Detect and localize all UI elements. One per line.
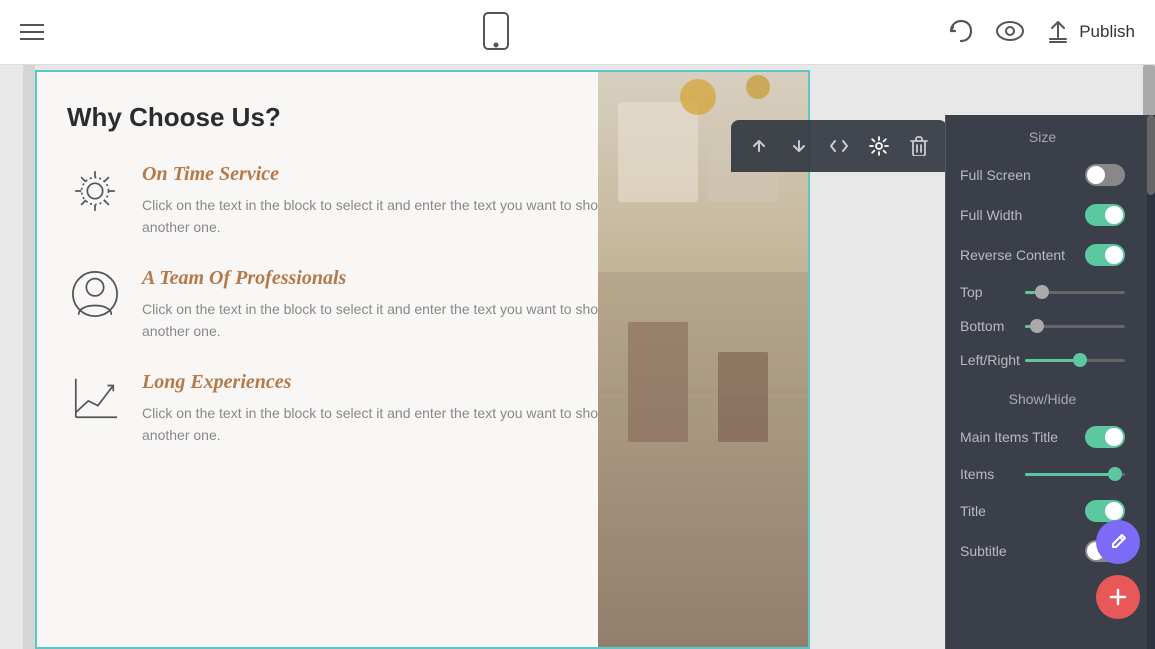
- items-label: Items: [960, 466, 994, 482]
- settings-panel: Size Full Screen Full Width Reverse C: [945, 115, 1155, 649]
- left-right-row: Left/Right: [946, 343, 1139, 377]
- settings-scrollbar[interactable]: [1147, 115, 1155, 649]
- hamburger-menu-icon[interactable]: [20, 24, 44, 40]
- full-width-row: Full Width: [946, 195, 1139, 235]
- top-bar-center: [482, 11, 510, 54]
- settings-button[interactable]: [861, 128, 897, 164]
- bottom-slider[interactable]: [1025, 325, 1125, 328]
- subtitle-label: Subtitle: [960, 543, 1007, 559]
- block-toolbar: [731, 120, 947, 172]
- top-bar-right: Publish: [947, 17, 1135, 48]
- size-section-title: Size: [946, 115, 1139, 155]
- title-toggle[interactable]: [1085, 500, 1125, 522]
- move-up-button[interactable]: [741, 128, 777, 164]
- title-label: Title: [960, 503, 986, 519]
- settings-scrollbar-thumb[interactable]: [1147, 115, 1155, 195]
- items-row: Items: [946, 457, 1139, 491]
- show-hide-section-title: Show/Hide: [946, 377, 1139, 417]
- full-screen-toggle[interactable]: [1085, 164, 1125, 186]
- left-right-slider[interactable]: [1025, 359, 1125, 362]
- top-row: Top: [946, 275, 1139, 309]
- items-slider[interactable]: [1025, 473, 1125, 476]
- person-icon: [67, 267, 122, 322]
- code-button[interactable]: [821, 128, 857, 164]
- content-block: Why Choose Us? On Time Service Click on …: [35, 70, 810, 649]
- bottom-row: Bottom: [946, 309, 1139, 343]
- publish-button[interactable]: Publish: [1045, 19, 1135, 45]
- top-bar-left: [20, 24, 44, 40]
- phone-preview-button[interactable]: [482, 11, 510, 54]
- reverse-content-label: Reverse Content: [960, 247, 1065, 263]
- full-width-toggle[interactable]: [1085, 204, 1125, 226]
- undo-button[interactable]: [947, 17, 975, 48]
- publish-label: Publish: [1079, 22, 1135, 42]
- main-title-row: Main Items Title: [946, 417, 1139, 457]
- chart-icon: [67, 371, 122, 426]
- full-screen-label: Full Screen: [960, 167, 1031, 183]
- top-slider[interactable]: [1025, 291, 1125, 294]
- top-bar: Publish: [0, 0, 1155, 65]
- bottom-label: Bottom: [960, 318, 1004, 334]
- main-title-toggle[interactable]: [1085, 426, 1125, 448]
- canvas-area: Why Choose Us? On Time Service Click on …: [0, 65, 1155, 649]
- gear-icon: [67, 163, 122, 218]
- main-title-label: Main Items Title: [960, 429, 1058, 445]
- preview-button[interactable]: [995, 20, 1025, 45]
- full-screen-row: Full Screen: [946, 155, 1139, 195]
- fab-add-button[interactable]: [1096, 575, 1140, 619]
- fab-edit-button[interactable]: [1096, 520, 1140, 564]
- move-down-button[interactable]: [781, 128, 817, 164]
- reverse-content-row: Reverse Content: [946, 235, 1139, 275]
- settings-content: Size Full Screen Full Width Reverse C: [946, 115, 1147, 649]
- full-width-label: Full Width: [960, 207, 1022, 223]
- top-label: Top: [960, 284, 983, 300]
- left-right-label: Left/Right: [960, 352, 1020, 368]
- reverse-content-toggle[interactable]: [1085, 244, 1125, 266]
- delete-button[interactable]: [901, 128, 937, 164]
